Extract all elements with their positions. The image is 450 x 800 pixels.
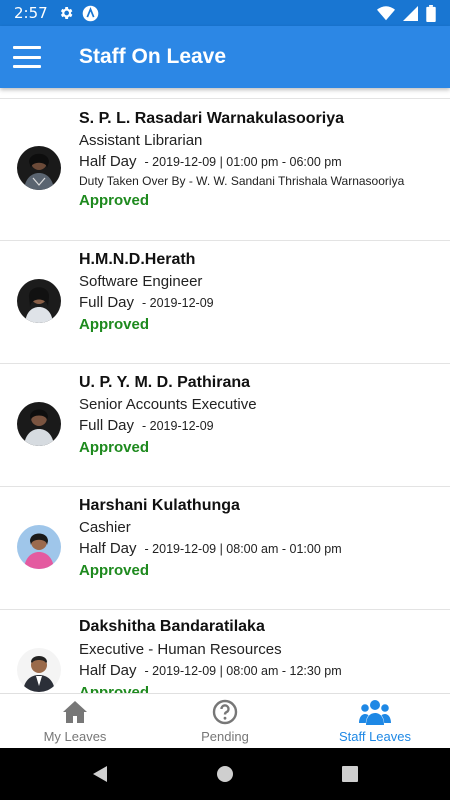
back-button[interactable]: [38, 765, 163, 783]
staff-name: Dakshitha Bandaratilaka: [79, 618, 265, 635]
recents-button[interactable]: [288, 766, 413, 782]
status-approved: Approved: [79, 562, 150, 579]
status-approved: Approved: [79, 316, 150, 333]
leave-date: - 2019-12-09 | 01:00 pm - 06:00 pm: [144, 155, 342, 169]
home-icon: [63, 701, 87, 723]
battery-icon: [426, 4, 436, 22]
leave-date: - 2019-12-09: [142, 296, 214, 310]
list-item[interactable]: U. P. Y. M. D. Pathirana Senior Accounts…: [0, 364, 450, 487]
leave-date: - 2019-12-09 | 08:00 am - 01:00 pm: [144, 542, 342, 556]
nav-my-leaves[interactable]: My Leaves: [0, 694, 150, 749]
bottom-navigation: My Leaves Pending Staff Leaves: [0, 693, 450, 749]
leave-date: - 2019-12-09 | 08:00 am - 12:30 pm: [144, 664, 342, 678]
staff-designation: Executive - Human Resources: [79, 641, 282, 658]
staff-name: S. P. L. Rasadari Warnakulasooriya: [79, 110, 344, 127]
help-circle-icon: [212, 699, 238, 725]
list-item[interactable]: H.M.N.D.Herath Software Engineer Full Da…: [0, 241, 450, 364]
staff-name: Harshani Kulathunga: [79, 497, 240, 514]
avatar: [17, 525, 61, 569]
status-approved: Approved: [79, 192, 150, 209]
status-bar: 2:57: [0, 0, 450, 26]
status-time: 2:57: [14, 4, 48, 22]
staff-designation: Senior Accounts Executive: [79, 396, 257, 413]
menu-icon[interactable]: [13, 46, 41, 68]
staff-designation: Assistant Librarian: [79, 132, 203, 149]
leave-type: Half Day: [79, 153, 137, 170]
status-approved: Approved: [79, 684, 150, 693]
signal-icon: [403, 5, 418, 21]
staff-name: H.M.N.D.Herath: [79, 251, 196, 268]
avatar: [17, 279, 61, 323]
list-item[interactable]: Dakshitha Bandaratilaka Executive - Huma…: [0, 610, 450, 693]
back-icon: [93, 766, 107, 782]
list-item[interactable]: Harshani Kulathunga Cashier Half Day - 20…: [0, 487, 450, 610]
system-navigation-bar: [0, 748, 450, 800]
settings-icon: [60, 7, 73, 19]
wifi-icon: [377, 5, 395, 20]
app-notification-icon: [82, 5, 98, 21]
leave-type: Half Day: [79, 662, 137, 679]
staff-name: U. P. Y. M. D. Pathirana: [79, 374, 251, 391]
avatar: [17, 402, 61, 446]
avatar: [17, 648, 61, 692]
avatar: [17, 146, 61, 190]
leave-type: Half Day: [79, 540, 137, 557]
nav-label: Staff Leaves: [338, 729, 412, 744]
staff-designation: Software Engineer: [79, 273, 203, 290]
leave-type: Full Day: [79, 294, 135, 311]
leave-type: Full Day: [79, 417, 135, 434]
nav-pending[interactable]: Pending: [150, 694, 300, 749]
app-bar: Staff On Leave: [0, 26, 450, 88]
nav-staff-leaves[interactable]: Staff Leaves: [300, 694, 450, 749]
staff-leave-list[interactable]: S. P. L. Rasadari Warnakulasooriya Assis…: [0, 88, 450, 693]
staff-designation: Cashier: [79, 519, 131, 536]
page-title: Staff On Leave: [79, 45, 227, 68]
recents-icon: [342, 766, 358, 782]
group-icon: [359, 700, 391, 725]
home-button[interactable]: [163, 765, 288, 783]
nav-label: Pending: [201, 729, 249, 744]
status-approved: Approved: [79, 439, 150, 456]
leave-date: - 2019-12-09: [142, 419, 214, 433]
home-circle-icon: [217, 766, 233, 782]
nav-label: My Leaves: [43, 729, 107, 744]
duty-taken-over: Duty Taken Over By - W. W. Sandani Thris…: [79, 174, 405, 188]
list-item[interactable]: S. P. L. Rasadari Warnakulasooriya Assis…: [0, 99, 450, 241]
